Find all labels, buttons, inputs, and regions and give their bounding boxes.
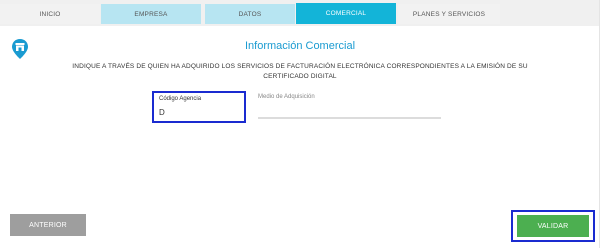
tab-comercial[interactable]: COMERCIAL	[296, 3, 396, 24]
codigo-agencia-field: Código Agencia	[152, 91, 246, 123]
tab-datos[interactable]: DATOS	[205, 4, 295, 24]
tab-empresa[interactable]: EMPRESA	[101, 4, 201, 24]
medio-adquisicion-input[interactable]	[258, 117, 441, 119]
page-title: Información Comercial	[244, 40, 356, 52]
validar-highlight: VALIDAR	[511, 210, 595, 242]
validar-button[interactable]: VALIDAR	[517, 215, 589, 237]
tab-inicio[interactable]: INICIO	[0, 4, 100, 24]
instructions-text: INDIQUE A TRAVÉS DE QUIEN HA ADQUIRIDO L…	[72, 63, 528, 80]
wizard-tabs: INICIO EMPRESA DATOS COMERCIAL PLANES Y …	[0, 0, 600, 26]
codigo-agencia-input[interactable]	[159, 106, 239, 118]
tab-planes-y-servicios[interactable]: PLANES Y SERVICIOS	[398, 4, 500, 24]
anterior-button[interactable]: ANTERIOR	[10, 214, 86, 236]
medio-adquisicion-label: Medio de Adquisición	[258, 94, 315, 100]
codigo-agencia-label: Código Agencia	[159, 96, 202, 102]
